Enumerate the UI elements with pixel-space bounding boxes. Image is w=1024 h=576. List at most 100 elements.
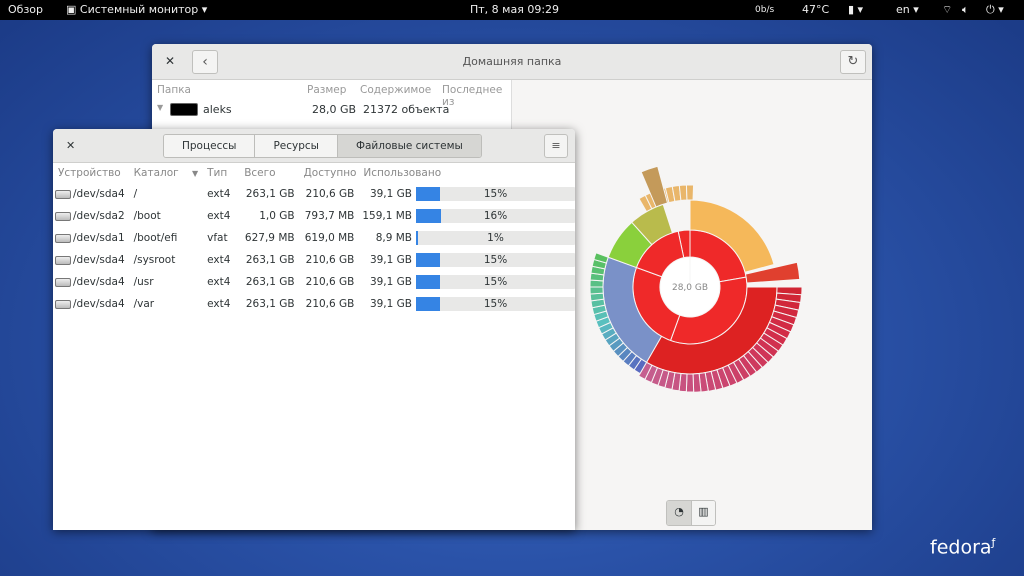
- fs-type: ext4: [207, 276, 231, 288]
- menu-button[interactable]: ≡: [544, 134, 568, 158]
- tab-processes[interactable]: Процессы: [164, 135, 256, 157]
- usage-cell: 1%: [416, 227, 575, 249]
- fs-type: ext4: [207, 210, 231, 222]
- device-cell: /dev/sda2: [53, 205, 129, 227]
- fs-type: vfat: [207, 232, 228, 244]
- app-menu[interactable]: ▣ Системный монитор ▾: [66, 3, 207, 16]
- fedora-logo: fedoraƒ: [930, 536, 996, 559]
- drive-icon: [55, 299, 71, 309]
- table-row[interactable]: /dev/sda4 /usr ext4 263,1 GB 210,6 GB 39…: [53, 271, 575, 293]
- device-cell: /dev/sda4: [53, 183, 129, 205]
- free: 210,6 GB: [305, 298, 355, 310]
- folder-contents: 21372 объекта: [363, 103, 450, 116]
- col-type[interactable]: Тип: [202, 163, 239, 183]
- outer-segment[interactable]: [685, 184, 695, 201]
- outer-segment[interactable]: [692, 372, 702, 393]
- free: 619,0 MB: [304, 232, 355, 244]
- fs-type: ext4: [207, 298, 231, 310]
- table-row[interactable]: /dev/sda4 / ext4 263,1 GB 210,6 GB 39,1 …: [53, 183, 575, 205]
- table-row[interactable]: /dev/sda4 /sysroot ext4 263,1 GB 210,6 G…: [53, 249, 575, 271]
- total: 263,1 GB: [245, 188, 295, 200]
- directory: /: [133, 188, 138, 200]
- total: 263,1 GB: [245, 298, 295, 310]
- free: 210,6 GB: [305, 254, 355, 266]
- device: /dev/sda1: [73, 232, 125, 244]
- tab-resources[interactable]: Ресурсы: [255, 135, 338, 157]
- col-device[interactable]: Устройство: [53, 163, 129, 183]
- volume-icon[interactable]: 🔈︎: [962, 3, 969, 17]
- view-switcher: ◔ ▥: [666, 500, 716, 526]
- tab-file-systems[interactable]: Файловые системы: [337, 135, 481, 157]
- table-row[interactable]: /dev/sda4 /var ext4 263,1 GB 210,6 GB 39…: [53, 293, 575, 315]
- used: 39,1 GB: [369, 188, 412, 200]
- device: /dev/sda4: [73, 276, 125, 288]
- expander-icon[interactable]: ▼: [157, 103, 163, 112]
- usage-bar: 1%: [416, 231, 575, 245]
- fs-type: ext4: [207, 254, 231, 266]
- used: 39,1 GB: [369, 276, 412, 288]
- table-header: Устройство Каталог ▼ Тип Всего Доступно …: [53, 163, 575, 183]
- folder-color-icon: [170, 103, 198, 116]
- usage-percent: 15%: [483, 276, 508, 288]
- drive-icon: [55, 211, 71, 221]
- clock[interactable]: Пт, 8 мая 09:29: [470, 3, 559, 16]
- device: /dev/sda4: [73, 298, 125, 310]
- col-contents[interactable]: Содержимое: [360, 84, 431, 96]
- device-cell: /dev/sda4: [53, 249, 129, 271]
- rings-chart-button[interactable]: ◔: [667, 501, 691, 525]
- table-row[interactable]: /dev/sda2 /boot ext4 1,0 GB 793,7 MB 159…: [53, 205, 575, 227]
- total: 263,1 GB: [245, 276, 295, 288]
- directory: /var: [133, 298, 155, 310]
- temperature: 47°C: [802, 3, 830, 16]
- col-total[interactable]: Всего: [239, 163, 298, 183]
- total: 1,0 GB: [259, 210, 295, 222]
- usage-cell: 15%: [416, 183, 575, 205]
- drive-icon: [55, 233, 71, 243]
- col-size[interactable]: Размер: [307, 84, 346, 96]
- language-menu[interactable]: en ▾: [896, 3, 919, 16]
- usage-cell: 15%: [416, 271, 575, 293]
- window-title: Домашняя папка: [462, 55, 562, 68]
- col-free[interactable]: Доступно: [299, 163, 359, 183]
- usage-bar: 15%: [416, 187, 575, 201]
- top-bar: Обзор ▣ Системный монитор ▾ Пт, 8 мая 09…: [0, 0, 1024, 20]
- used: 159,1 MB: [362, 210, 412, 222]
- outer-segment[interactable]: [589, 286, 604, 295]
- wifi-icon[interactable]: ⌔: [942, 3, 952, 17]
- language-label: en: [896, 3, 910, 16]
- outer-segment[interactable]: [685, 373, 695, 393]
- app-menu-label: Системный монитор: [79, 3, 199, 16]
- usage-bar: 15%: [416, 253, 575, 267]
- col-used[interactable]: Использовано: [358, 163, 575, 183]
- battery-icon[interactable]: ▮ ▾: [848, 3, 863, 16]
- device-cell: /dev/sda4: [53, 271, 129, 293]
- usage-percent: 15%: [483, 298, 508, 310]
- treemap-chart-button[interactable]: ▥: [691, 501, 715, 525]
- folder-name: aleks: [203, 103, 232, 116]
- view-tabs: Процессы Ресурсы Файловые системы: [163, 134, 482, 158]
- fs-type: ext4: [207, 188, 231, 200]
- free: 210,6 GB: [305, 188, 355, 200]
- usage-cell: 15%: [416, 293, 575, 315]
- sort-down-icon: ▼: [192, 169, 199, 178]
- col-directory-label: Каталог: [133, 167, 179, 179]
- usage-percent: 15%: [483, 254, 508, 266]
- table-row[interactable]: /dev/sda1 /boot/efi vfat 627,9 MB 619,0 …: [53, 227, 575, 249]
- usage-cell: 15%: [416, 249, 575, 271]
- power-icon[interactable]: ⏻ ▾: [986, 3, 1004, 17]
- col-folder[interactable]: Папка: [157, 84, 191, 96]
- free: 210,6 GB: [305, 276, 355, 288]
- folder-size: 28,0 GB: [312, 103, 357, 116]
- directory: /usr: [133, 276, 154, 288]
- tree-row[interactable]: ▼ aleks 28,0 GB 21372 объекта: [152, 100, 511, 120]
- col-directory[interactable]: Каталог ▼: [129, 163, 203, 183]
- used: 39,1 GB: [369, 298, 412, 310]
- close-icon[interactable]: ✕: [66, 139, 75, 152]
- outer-segment[interactable]: [678, 184, 688, 202]
- drive-icon: [55, 255, 71, 265]
- refresh-button[interactable]: ↻: [840, 50, 866, 74]
- system-monitor-window: ✕ Процессы Ресурсы Файловые системы ≡ Ус…: [53, 129, 575, 530]
- drive-icon: [55, 189, 71, 199]
- usage-bar: 15%: [416, 275, 575, 289]
- activities-button[interactable]: Обзор: [8, 3, 43, 16]
